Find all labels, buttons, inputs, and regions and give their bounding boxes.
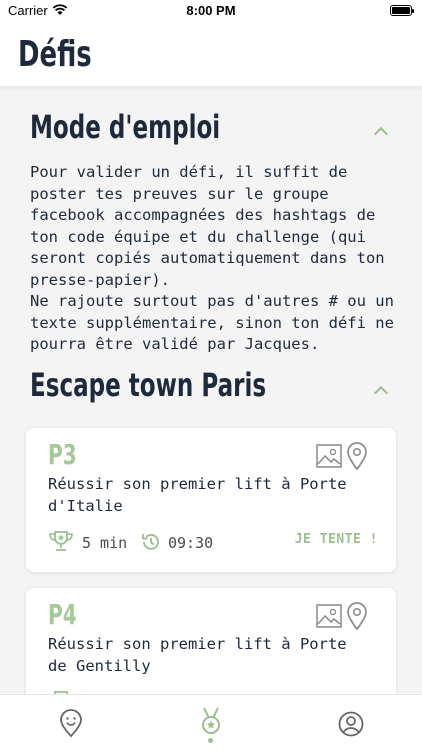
challenge-start-time: 09:30	[168, 534, 214, 552]
location-pin-icon[interactable]	[346, 442, 368, 470]
medal-icon	[202, 707, 220, 734]
challenge-code: P3	[48, 438, 77, 471]
status-bar: Carrier 8:00 PM	[0, 0, 422, 22]
try-challenge-button[interactable]: JE TENTE !	[295, 532, 378, 547]
location-pin-icon[interactable]	[346, 602, 368, 630]
challenge-section-title: Escape town Paris	[30, 366, 267, 404]
challenge-meta: 5 min 09:30 JE TENTE !	[48, 530, 378, 554]
clock: 8:00 PM	[186, 3, 236, 18]
instructions-title: Mode d'emploi	[30, 108, 221, 146]
challenge-card[interactable]: P4 Réussir son premier lift à Porte de G…	[26, 588, 396, 694]
challenge-code: P4	[48, 598, 77, 631]
battery-icon	[390, 5, 414, 16]
tab-bar	[0, 694, 422, 750]
active-tab-indicator	[208, 738, 213, 743]
history-icon	[142, 534, 159, 550]
challenge-description: Réussir son premier lift à Porte de Gent…	[48, 635, 347, 675]
scroll-content[interactable]: Mode d'emploi Pour valider un défi, il s…	[0, 86, 422, 694]
nav-header: Défis	[0, 22, 422, 86]
instructions-text: Pour valider un défi, il suffit de poste…	[30, 163, 394, 353]
image-icon[interactable]	[316, 604, 342, 628]
trophy-icon	[49, 531, 73, 551]
page-title: Défis	[18, 34, 92, 75]
challenge-duration: 5 min	[82, 534, 128, 552]
collapse-challenges-chevron-icon[interactable]	[373, 385, 389, 401]
image-icon[interactable]	[316, 444, 342, 468]
challenge-card[interactable]: P3 Réussir son premier lift à Porte d'It…	[26, 428, 396, 572]
profile-icon[interactable]	[338, 710, 364, 738]
tab-challenges[interactable]	[198, 707, 224, 743]
face-pin-icon[interactable]	[58, 709, 84, 737]
collapse-instructions-chevron-icon[interactable]	[373, 126, 389, 142]
challenge-description: Réussir son premier lift à Porte d'Itali…	[48, 475, 347, 515]
